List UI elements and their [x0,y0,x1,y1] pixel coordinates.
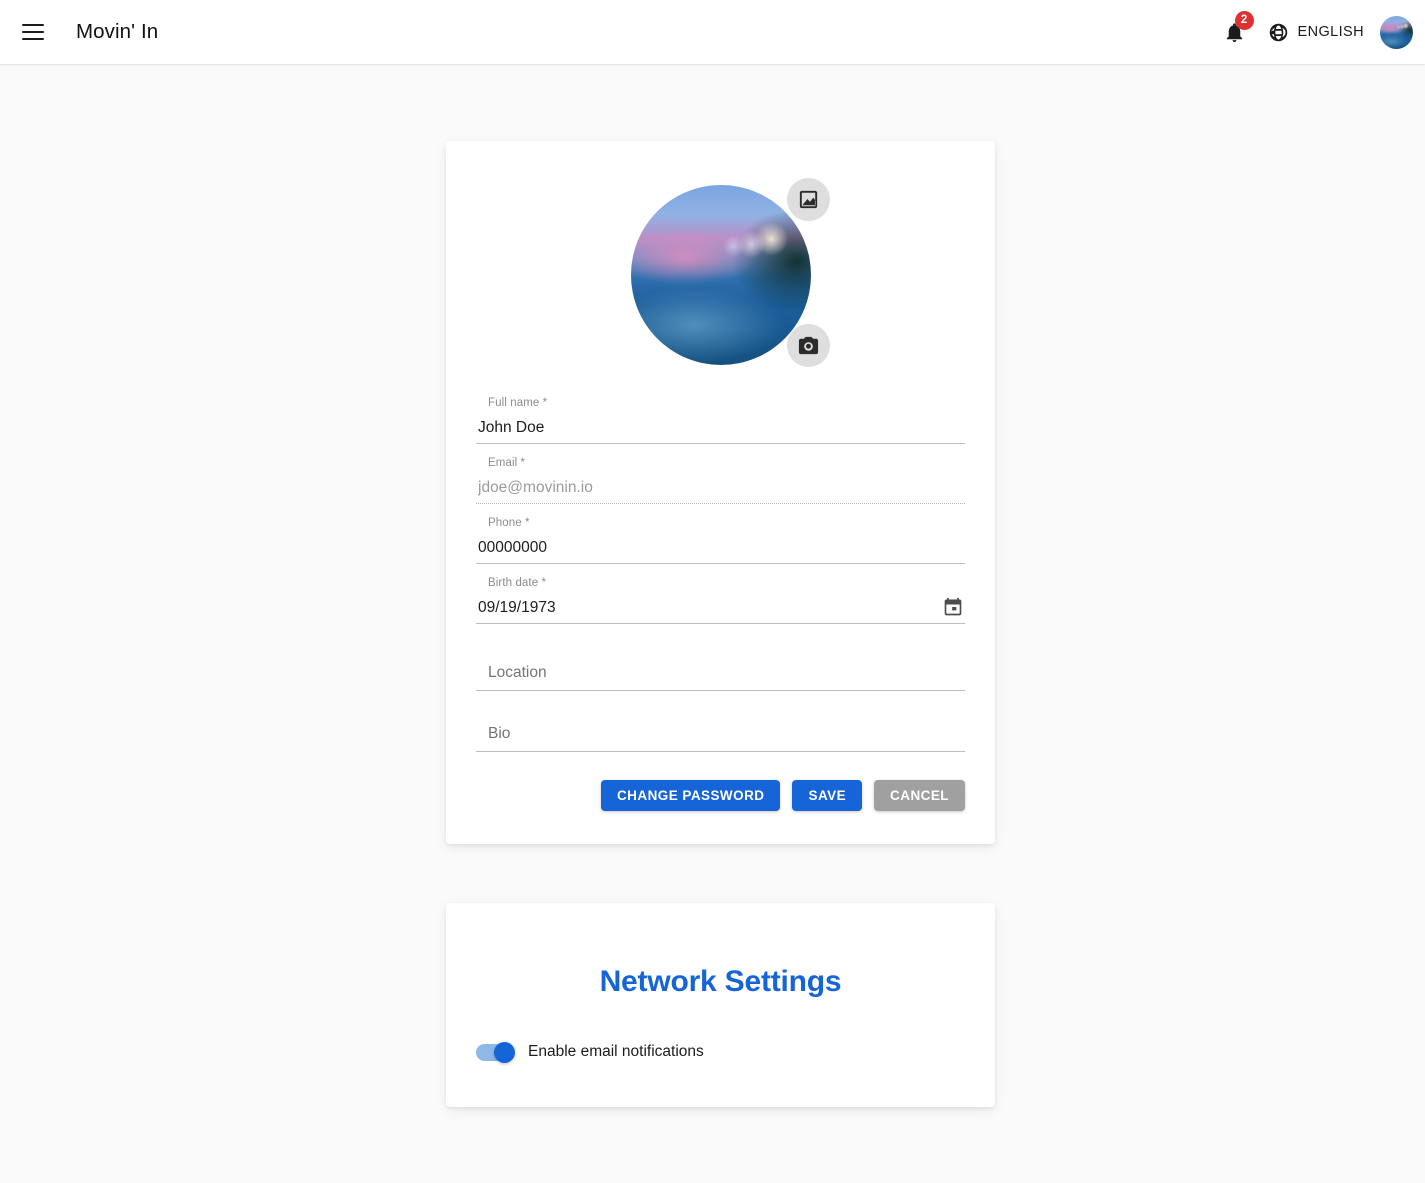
birth-date-field: Birth date * [476,577,965,624]
app-header: Movin' In 2 ENGLISH [0,0,1425,65]
image-icon [799,190,817,209]
location-input[interactable] [476,654,965,691]
email-label: Email * [488,457,526,469]
bio-field [476,715,965,752]
location-field [476,654,965,691]
phone-field: Phone * [476,517,965,564]
profile-avatar-image [630,185,811,365]
phone-input[interactable] [476,536,965,564]
header-actions: 2 ENGLISH [1214,11,1425,53]
app-title: Movin' In [76,20,159,43]
birth-date-input[interactable] [476,596,965,624]
take-photo-button[interactable] [786,324,830,367]
toggle-knob [494,1041,515,1063]
camera-icon [798,336,818,355]
network-settings-card: Network Settings Enable email notificati… [446,903,995,1107]
notification-badge: 2 [1234,11,1254,30]
avatar-area [630,178,830,367]
phone-label: Phone * [488,517,530,529]
change-password-button[interactable]: CHANGE PASSWORD [600,780,781,811]
menu-bar-1 [22,24,44,26]
email-field: Email * [476,457,965,504]
email-input [476,476,965,504]
full-name-input[interactable] [476,416,965,444]
notifications-button[interactable]: 2 [1214,11,1256,53]
full-name-field: Full name * [476,397,965,444]
email-notifications-label: Enable email notifications [528,1043,704,1060]
calendar-icon[interactable] [943,597,963,617]
hamburger-menu-icon[interactable] [13,12,53,52]
language-selector[interactable]: ENGLISH [1268,22,1364,43]
profile-card: Full name * Email * Phone * Birth date * [446,141,995,844]
network-settings-title: Network Settings [599,965,842,998]
language-label: ENGLISH [1297,24,1364,40]
form-actions: CHANGE PASSWORD SAVE CANCEL [476,780,965,811]
save-button[interactable]: SAVE [792,780,863,811]
page-content: Full name * Email * Phone * Birth date * [0,65,1425,1183]
menu-bar-2 [22,31,44,33]
globe-icon [1269,23,1287,41]
email-notifications-row: Enable email notifications [476,1041,995,1063]
full-name-label: Full name * [488,397,548,409]
profile-form: Full name * Email * Phone * Birth date * [476,397,965,811]
upload-image-button[interactable] [786,178,830,221]
bio-input[interactable] [476,715,965,752]
cancel-button[interactable]: CANCEL [874,780,965,811]
menu-bar-3 [22,38,44,40]
avatar[interactable] [1380,15,1413,49]
email-notifications-toggle[interactable] [476,1041,515,1063]
birth-date-label: Birth date * [488,577,547,589]
